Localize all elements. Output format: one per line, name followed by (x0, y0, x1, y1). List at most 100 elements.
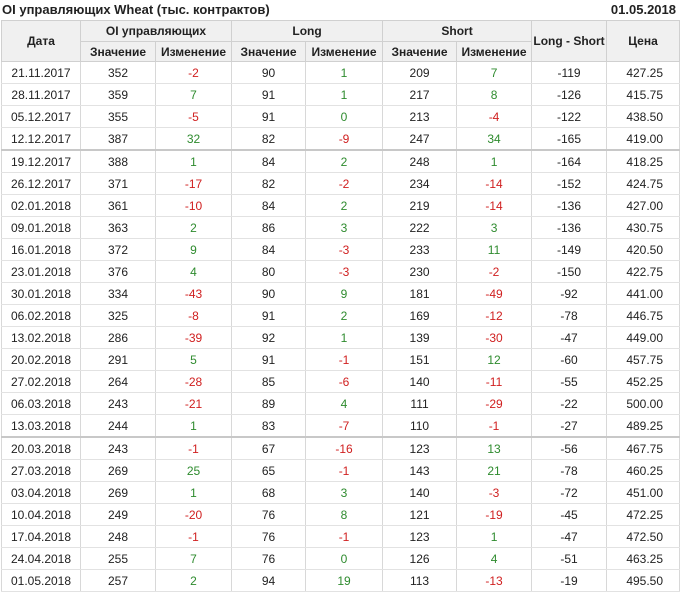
cell-long-value: 76 (231, 503, 307, 526)
cell-oi-change: 32 (154, 127, 233, 151)
cell-date: 26.12.2017 (1, 172, 81, 195)
cell-oi-change: 7 (154, 547, 233, 570)
cell-short-value: 209 (382, 61, 458, 84)
cell-short-value: 213 (382, 105, 458, 128)
table-row: 13.03.2018 244 1 83 -7 110 -1 -27 489.25 (1, 414, 680, 438)
cell-price: 489.25 (606, 414, 680, 438)
col-short-header: Short (382, 20, 533, 42)
cell-date: 20.03.2018 (1, 436, 81, 460)
cell-long-short: -150 (531, 260, 608, 283)
cell-short-value: 247 (382, 127, 458, 151)
cell-long-value: 83 (231, 414, 307, 438)
cell-date: 03.04.2018 (1, 481, 81, 504)
cell-short-change: -3 (456, 481, 533, 504)
table-row: 01.05.2018 257 2 94 19 113 -13 -19 495.50 (1, 569, 680, 592)
cell-long-short: -22 (531, 392, 608, 415)
cell-long-change: -3 (305, 260, 384, 283)
cell-long-change: 1 (305, 61, 384, 84)
cell-date: 27.02.2018 (1, 370, 81, 393)
cell-short-value: 219 (382, 194, 458, 217)
cell-short-change: 1 (456, 149, 533, 173)
cell-oi-change: 7 (154, 83, 233, 106)
cell-long-change: 1 (305, 326, 384, 349)
col-price-header: Цена (606, 20, 680, 62)
cell-oi-change: 4 (154, 260, 233, 283)
cell-short-change: -1 (456, 414, 533, 438)
table-row: 12.12.2017 387 32 82 -9 247 34 -165 419.00 (1, 127, 680, 151)
cell-long-change: 0 (305, 105, 384, 128)
cell-oi-value: 376 (80, 260, 156, 283)
cot-table: Дата OI управляющих Long Short Long - Sh… (1, 20, 680, 592)
cell-short-change: -2 (456, 260, 533, 283)
cell-oi-value: 371 (80, 172, 156, 195)
cell-price: 446.75 (606, 304, 680, 327)
cell-price: 463.25 (606, 547, 680, 570)
cell-price: 457.75 (606, 348, 680, 371)
cell-long-short: -122 (531, 105, 608, 128)
cell-oi-value: 372 (80, 238, 156, 261)
cell-price: 495.50 (606, 569, 680, 592)
cell-long-change: 1 (305, 83, 384, 106)
cell-date: 16.01.2018 (1, 238, 81, 261)
table-row: 30.01.2018 334 -43 90 9 181 -49 -92 441.00 (1, 282, 680, 305)
cell-oi-change: 25 (154, 459, 233, 482)
table-row: 28.11.2017 359 7 91 1 217 8 -126 415.75 (1, 83, 680, 106)
report-date: 01.05.2018 (610, 2, 676, 17)
cell-price: 500.00 (606, 392, 680, 415)
cell-short-value: 121 (382, 503, 458, 526)
cell-date: 19.12.2017 (1, 149, 81, 173)
cell-oi-value: 244 (80, 414, 156, 438)
cell-long-short: -47 (531, 326, 608, 349)
cell-short-value: 140 (382, 481, 458, 504)
cell-long-value: 84 (231, 238, 307, 261)
oi-value-header: Значение (80, 41, 156, 62)
cell-short-value: 111 (382, 392, 458, 415)
cell-long-change: -1 (305, 459, 384, 482)
table-row: 17.04.2018 248 -1 76 -1 123 1 -47 472.50 (1, 525, 680, 548)
cell-long-change: -1 (305, 348, 384, 371)
cell-short-change: 11 (456, 238, 533, 261)
cell-long-change: -9 (305, 127, 384, 151)
col-oi-header: OI управляющих (79, 20, 233, 42)
cell-oi-value: 243 (80, 436, 156, 460)
cell-short-value: 123 (382, 525, 458, 548)
cell-oi-change: -1 (154, 436, 233, 460)
cell-long-short: -47 (531, 525, 608, 548)
cell-date: 13.02.2018 (1, 326, 81, 349)
cell-long-value: 76 (231, 547, 307, 570)
cell-date: 27.03.2018 (1, 459, 81, 482)
cell-price: 467.75 (606, 436, 680, 460)
cell-price: 419.00 (606, 127, 680, 151)
cell-oi-change: -1 (154, 525, 233, 548)
cell-long-change: 2 (305, 149, 384, 173)
cell-long-short: -149 (531, 238, 608, 261)
cell-short-value: 169 (382, 304, 458, 327)
cell-long-change: 3 (305, 216, 384, 239)
cell-oi-value: 325 (80, 304, 156, 327)
cell-date: 13.03.2018 (1, 414, 81, 438)
cell-long-value: 91 (231, 83, 307, 106)
cell-long-value: 91 (231, 105, 307, 128)
cell-short-change: -29 (456, 392, 533, 415)
cell-price: 420.50 (606, 238, 680, 261)
cell-short-change: 7 (456, 61, 533, 84)
cell-long-change: 19 (305, 569, 384, 592)
cell-price: 427.25 (606, 61, 680, 84)
cell-long-change: -16 (305, 436, 384, 460)
cell-date: 06.03.2018 (1, 392, 81, 415)
header-row-top: Дата OI управляющих Long Short Long - Sh… (1, 20, 680, 62)
cell-price: 472.25 (606, 503, 680, 526)
cell-price: 427.00 (606, 194, 680, 217)
cell-oi-change: 1 (154, 149, 233, 173)
cell-date: 09.01.2018 (1, 216, 81, 239)
cell-long-value: 91 (231, 304, 307, 327)
page-title: OI управляющих Wheat (тыс. контрактов) (2, 2, 270, 17)
cell-short-value: 113 (382, 569, 458, 592)
cell-short-change: -49 (456, 282, 533, 305)
cell-long-short: -92 (531, 282, 608, 305)
cell-oi-change: -2 (154, 61, 233, 84)
table-body: 21.11.2017 352 -2 90 1 209 7 -119 427.25 28.11.20… (1, 61, 680, 592)
cell-short-change: -14 (456, 172, 533, 195)
cell-date: 02.01.2018 (1, 194, 81, 217)
cell-long-short: -72 (531, 481, 608, 504)
